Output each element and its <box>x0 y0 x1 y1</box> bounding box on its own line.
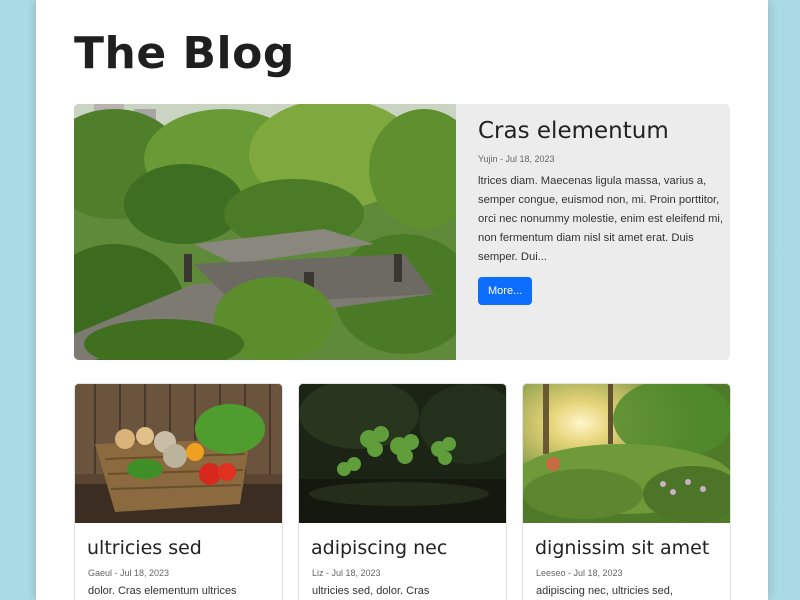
post-card-image[interactable] <box>523 384 730 523</box>
blog-page: The Blog Cras elementum Yujin - Jul 18, … <box>36 0 768 600</box>
post-card-title[interactable]: dignissim sit amet <box>535 537 730 559</box>
featured-post-body: Cras elementum Yujin - Jul 18, 2023 ltri… <box>478 118 728 305</box>
post-card-title[interactable]: adipiscing nec <box>311 537 506 559</box>
featured-post-meta: Yujin - Jul 18, 2023 <box>478 154 555 164</box>
post-card: adipiscing nec Liz - Jul 18, 2023 ultric… <box>298 383 507 600</box>
post-card-image[interactable] <box>299 384 506 523</box>
post-card-excerpt: ultricies sed, dolor. Cras <box>312 585 430 597</box>
post-card: ultricies sed Gaeul - Jul 18, 2023 dolor… <box>74 383 283 600</box>
post-card: dignissim sit amet Leeseo - Jul 18, 2023… <box>522 383 731 600</box>
post-card-title[interactable]: ultricies sed <box>87 537 282 559</box>
post-card-excerpt: dolor. Cras elementum ultrices <box>88 585 237 597</box>
featured-post-excerpt: ltrices diam. Maecenas ligula massa, var… <box>478 175 723 263</box>
more-button[interactable]: More... <box>478 277 533 305</box>
post-card-excerpt: adipiscing nec, ultricies sed, <box>536 585 673 597</box>
featured-post-title[interactable]: Cras elementum <box>478 118 728 144</box>
featured-post-card: Cras elementum Yujin - Jul 18, 2023 ltri… <box>74 104 730 360</box>
post-card-image[interactable] <box>75 384 282 523</box>
post-card-meta: Gaeul - Jul 18, 2023 <box>88 568 170 578</box>
post-card-meta: Liz - Jul 18, 2023 <box>312 568 381 578</box>
featured-post-image[interactable] <box>74 104 456 360</box>
post-card-meta: Leeseo - Jul 18, 2023 <box>536 568 623 578</box>
page-title: The Blog <box>74 28 295 79</box>
